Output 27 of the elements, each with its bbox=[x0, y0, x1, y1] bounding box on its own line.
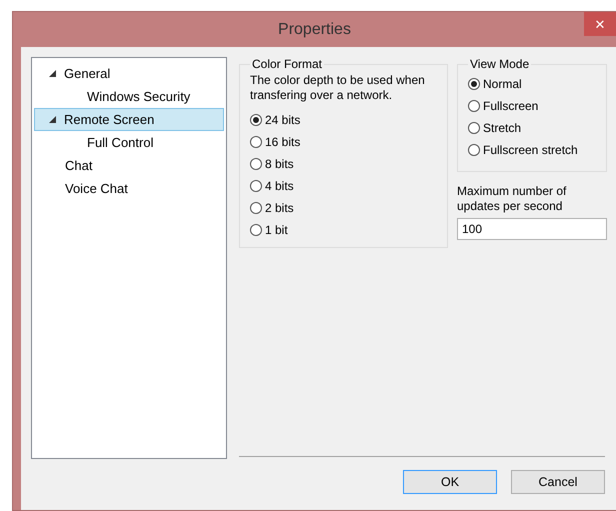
description-text: The color depth to be used when transfering over a network. bbox=[250, 73, 426, 103]
group-title: View Mode bbox=[469, 57, 530, 71]
dialog-button[interactable]: Cancel bbox=[511, 470, 605, 494]
radio-option[interactable]: Fullscreen bbox=[468, 95, 598, 117]
radio-option[interactable]: 24 bits bbox=[250, 109, 439, 131]
dialog-button[interactable]: OK bbox=[403, 470, 497, 494]
radio-option[interactable]: Stretch bbox=[468, 117, 598, 139]
tree-item[interactable]: Remote Screen bbox=[34, 108, 224, 131]
field-label: Maximum number of updates per second bbox=[457, 184, 568, 214]
tree-item[interactable]: Full Control bbox=[34, 131, 224, 154]
tree-item[interactable]: Voice Chat bbox=[34, 177, 224, 200]
tree-item[interactable]: Chat bbox=[34, 154, 224, 177]
group-title: Color Format bbox=[251, 57, 324, 71]
radio-option[interactable]: Normal bbox=[468, 73, 598, 95]
close-button[interactable]: ✕ bbox=[584, 12, 616, 36]
tree-item[interactable]: Windows Security bbox=[34, 85, 224, 108]
radio-option[interactable]: Fullscreen stretch bbox=[468, 139, 598, 161]
radio-option[interactable]: 2 bits bbox=[250, 197, 439, 219]
input-field[interactable]: 100 bbox=[457, 218, 607, 240]
expand-icon[interactable] bbox=[49, 116, 56, 123]
radio-option[interactable]: 16 bits bbox=[250, 131, 439, 153]
expand-icon[interactable] bbox=[49, 70, 56, 77]
radio-option[interactable]: 8 bits bbox=[250, 153, 439, 175]
radio-option[interactable]: 4 bits bbox=[250, 175, 439, 197]
window-title: Properties bbox=[278, 20, 351, 38]
radio-option[interactable]: 1 bit bbox=[250, 219, 439, 241]
tree-item[interactable]: General bbox=[34, 62, 224, 85]
